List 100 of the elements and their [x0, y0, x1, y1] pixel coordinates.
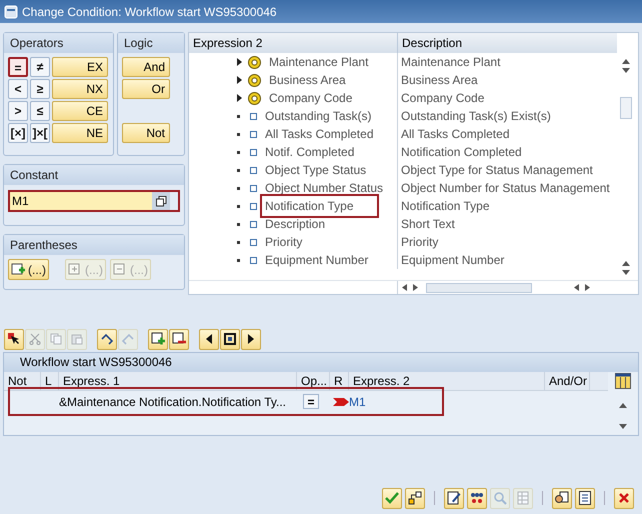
list-button[interactable]	[575, 488, 595, 508]
bullet-icon	[237, 204, 240, 208]
operator-button[interactable]: ≤	[30, 101, 50, 121]
window-title: Change Condition: Workflow start WS95300046	[22, 4, 277, 20]
description-cell-text: Outstanding Task(s) Exist(s)	[400, 108, 551, 125]
tree-item[interactable]: Outstanding Task(s)	[263, 107, 374, 125]
expand-arrow-icon[interactable]	[237, 76, 242, 84]
bullet-icon	[237, 114, 240, 118]
tree-item[interactable]: Notification Type	[263, 197, 376, 215]
tree-item[interactable]: Description	[263, 215, 328, 233]
bracket-icon	[68, 262, 82, 276]
description-cell-text: Company Code	[400, 90, 484, 107]
operator-button[interactable]: ]×[	[30, 123, 50, 143]
operator-button[interactable]: <	[8, 79, 28, 99]
expression-cell-text: M1	[349, 394, 366, 410]
columns-icon[interactable]	[615, 373, 631, 389]
scroll-up-icon[interactable]	[619, 403, 627, 408]
copy-icon	[50, 333, 62, 345]
position-button[interactable]	[220, 328, 240, 350]
scroll-up-icon[interactable]	[622, 59, 630, 64]
operator-button[interactable]: ≠	[30, 57, 50, 77]
logic-button[interactable]: Or	[122, 79, 170, 99]
object-icon	[248, 56, 261, 68]
column-header: Not	[4, 372, 41, 390]
undo-button[interactable]	[97, 328, 117, 350]
flag-icon	[333, 398, 349, 406]
scroll-down-icon[interactable]	[622, 68, 630, 73]
operator-button[interactable]: EX	[52, 57, 108, 77]
attribute-icon	[250, 130, 257, 138]
operator-button[interactable]: NE	[52, 123, 108, 143]
expand-arrow-icon[interactable]	[237, 58, 242, 66]
group-title: Operators	[4, 33, 113, 53]
scroll-down-icon[interactable]	[619, 424, 627, 429]
window-icon	[4, 4, 18, 18]
edit-button[interactable]	[444, 488, 464, 508]
scroll-right-icon[interactable]	[413, 284, 418, 291]
left-arrow-icon	[206, 334, 212, 344]
operator-button[interactable]: ≥	[30, 79, 50, 99]
attribute-icon	[250, 184, 257, 192]
bracket-icon	[11, 262, 25, 276]
object-icon	[248, 74, 261, 86]
bullet-icon	[237, 186, 240, 190]
scrollbar-thumb[interactable]	[620, 97, 632, 119]
next-button[interactable]	[241, 328, 261, 350]
description-cell-text: Object Type for Status Management	[400, 162, 593, 179]
expression-cell-text: &Maintenance Notification.Notification Ty...	[59, 394, 288, 410]
hierarchy-button[interactable]	[405, 488, 425, 508]
insert-row-icon	[151, 332, 165, 346]
tree-item[interactable]: Object Number Status	[263, 179, 386, 197]
parentheses-button[interactable]: (...)	[8, 259, 49, 280]
info-button[interactable]	[552, 488, 572, 508]
operator-button[interactable]: [×]	[8, 123, 28, 143]
redo-icon	[121, 333, 135, 345]
tree-item[interactable]: Object Type Status	[263, 161, 368, 179]
bullet-icon	[237, 150, 240, 154]
formula-button[interactable]	[467, 488, 487, 508]
bullet-icon	[237, 240, 240, 244]
cancel-button[interactable]	[614, 488, 634, 508]
attribute-icon	[250, 202, 257, 210]
bullet-icon	[237, 132, 240, 136]
tree-item[interactable]: Notif. Completed	[263, 143, 356, 161]
group-title: Logic	[118, 33, 184, 53]
operator-button[interactable]: CE	[52, 101, 108, 121]
scroll-left-icon[interactable]	[574, 284, 579, 291]
frame-icon	[224, 333, 236, 345]
column-header: Op...	[297, 372, 330, 390]
scrollbar-thumb[interactable]	[426, 282, 532, 292]
scroll-left-icon[interactable]	[402, 284, 407, 291]
operator-button[interactable]: >	[8, 101, 28, 121]
operator-button[interactable]: NX	[52, 79, 108, 99]
cursor-icon	[8, 333, 20, 345]
logic-button[interactable]: Not	[122, 123, 170, 143]
tree-item[interactable]: Maintenance Plant	[267, 53, 370, 71]
insert-row-button[interactable]	[148, 328, 168, 350]
description-cell-text: Notification Completed	[400, 144, 522, 161]
description-cell-text: All Tasks Completed	[400, 126, 510, 143]
attribute-icon	[250, 148, 257, 156]
operator-button[interactable]: =	[8, 57, 28, 77]
bullet-icon	[237, 258, 240, 262]
tree-item[interactable]: All Tasks Completed	[263, 125, 376, 143]
expand-arrow-icon[interactable]	[237, 94, 242, 102]
logic-button[interactable]: And	[122, 57, 170, 77]
scroll-right-icon[interactable]	[585, 284, 590, 291]
tree-item[interactable]: Business Area	[267, 71, 348, 89]
attribute-icon	[250, 112, 257, 120]
search-icon	[493, 491, 507, 505]
attribute-icon	[250, 220, 257, 228]
delete-row-button[interactable]	[169, 328, 189, 350]
tree-item[interactable]: Equipment Number	[263, 251, 370, 269]
table-icon	[517, 491, 529, 505]
scroll-down-icon[interactable]	[622, 270, 630, 275]
bullet-icon	[237, 168, 240, 172]
tree-item[interactable]: Priority	[263, 233, 304, 251]
list-icon	[579, 491, 591, 505]
tree-item[interactable]: Company Code	[267, 89, 354, 107]
select-button[interactable]	[4, 328, 24, 350]
operator-button[interactable]: =	[303, 394, 319, 409]
column-header: R	[330, 372, 349, 390]
previous-button[interactable]	[199, 328, 219, 350]
scroll-up-icon[interactable]	[622, 261, 630, 266]
